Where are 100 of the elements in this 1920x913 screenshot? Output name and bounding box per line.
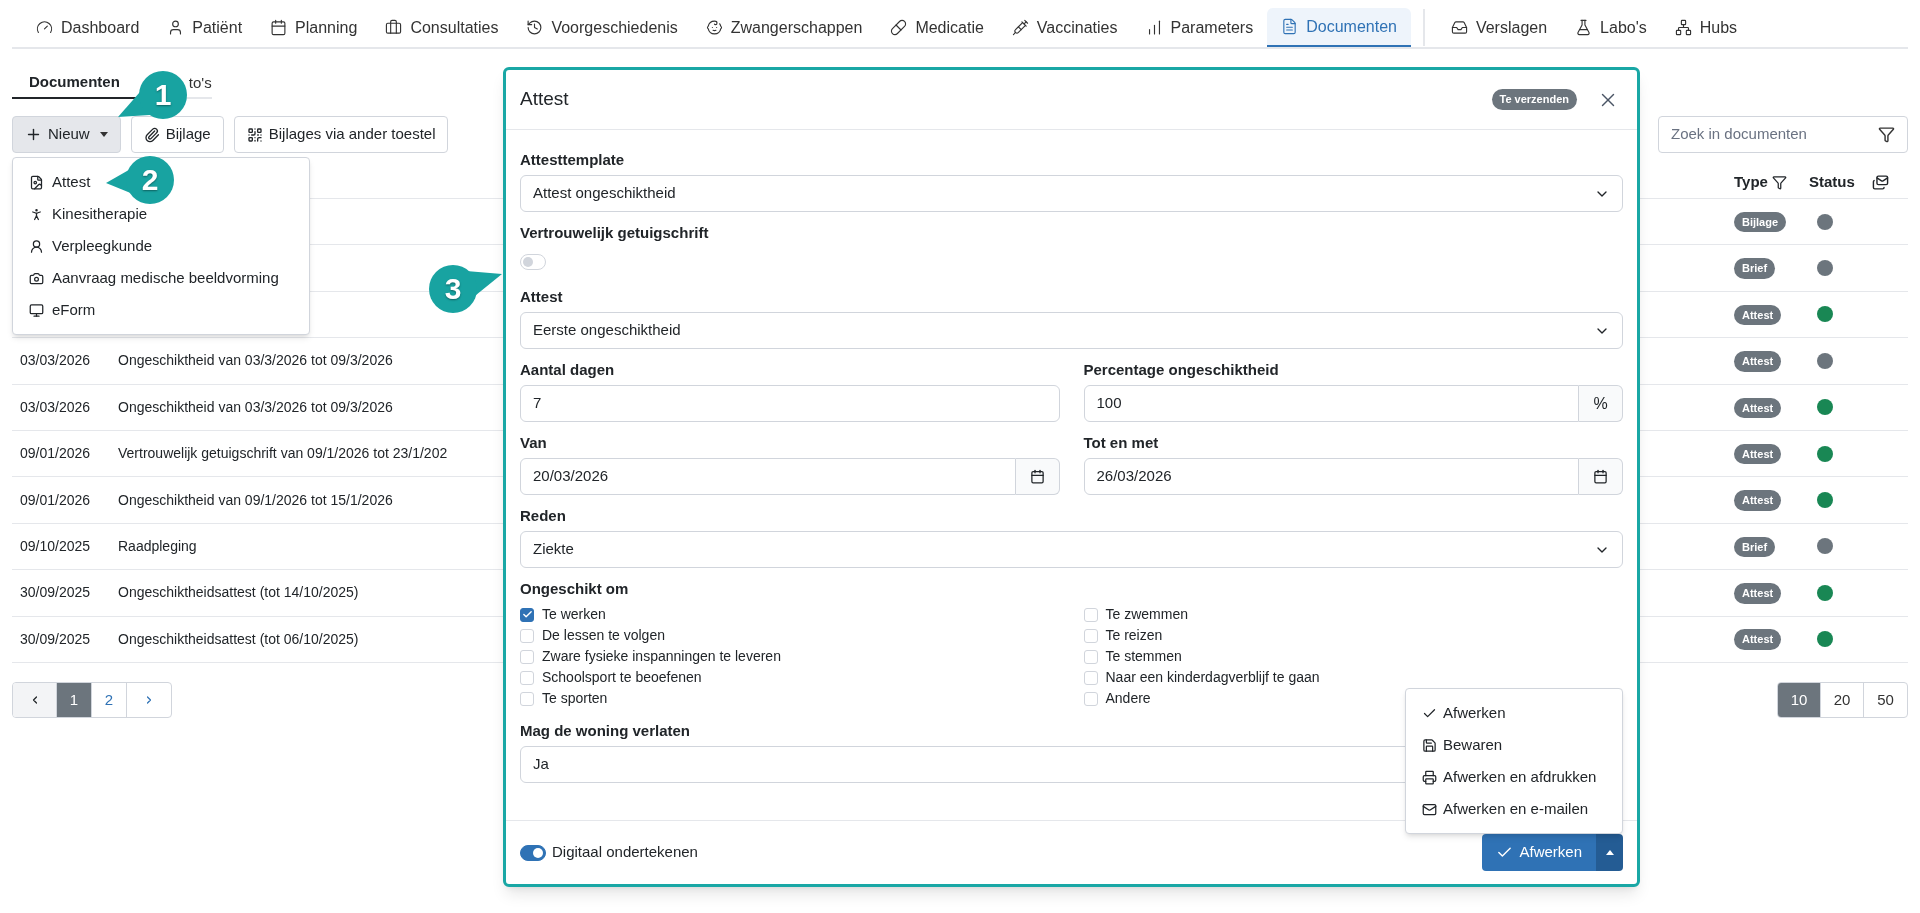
page-button[interactable]: 2 xyxy=(92,682,127,717)
page-size-button[interactable]: 10 xyxy=(1778,682,1821,717)
calendar-button[interactable] xyxy=(1015,458,1060,495)
type-tag: Attest xyxy=(1734,490,1782,511)
sub-tab[interactable]: to's xyxy=(188,72,212,92)
toggle-switch[interactable] xyxy=(520,844,546,861)
briefcase-icon xyxy=(385,19,403,36)
syringe-icon xyxy=(1011,19,1029,36)
printer-icon xyxy=(1422,769,1437,785)
menu-item[interactable]: Aanvraag medische beeldvorming xyxy=(29,266,279,290)
document-icon xyxy=(1281,18,1299,35)
field-label: Tot en met xyxy=(1083,433,1160,453)
date-cell: 03/03/2026 xyxy=(20,398,91,415)
select-field[interactable]: Ziekte xyxy=(520,531,1623,568)
previous-page-button[interactable] xyxy=(13,682,57,717)
input-field[interactable]: 7 xyxy=(520,385,1060,422)
menu-item[interactable]: Verpleegkunde xyxy=(29,234,153,258)
type-tag: Attest xyxy=(1734,351,1782,372)
input-field[interactable]: 20/03/2026 xyxy=(520,458,1016,495)
paperclip-icon xyxy=(143,126,160,143)
type-tag: Attest xyxy=(1734,629,1782,650)
page-size-button[interactable]: 50 xyxy=(1864,682,1907,717)
field-label: Ongeschikt om xyxy=(520,579,630,599)
nav-tab[interactable]: Verslagen xyxy=(1436,8,1562,47)
select-field[interactable]: Attest ongeschiktheid xyxy=(520,175,1623,212)
input-field[interactable]: 100 xyxy=(1083,385,1579,422)
qr-code-icon xyxy=(246,126,263,143)
check-icon xyxy=(521,609,533,620)
menu-item[interactable]: eForm xyxy=(29,298,96,322)
type-tag: Bijlage xyxy=(1734,211,1787,233)
nav-tab[interactable]: Hubs xyxy=(1660,8,1752,47)
sub-tab[interactable]: Documenten xyxy=(12,67,137,99)
flask-icon xyxy=(1575,19,1593,36)
field-label: Van xyxy=(520,433,548,453)
input-field[interactable]: 26/03/2026 xyxy=(1083,458,1579,495)
history-icon xyxy=(526,19,544,36)
checkbox[interactable] xyxy=(520,607,534,622)
unit-addon: % xyxy=(1579,385,1623,422)
description-cell: Ongeschiktheid van 09/1/2026 tot 15/1/2026 xyxy=(118,491,393,508)
inbox-icon xyxy=(1450,19,1468,36)
dropdown-toggle[interactable] xyxy=(1596,834,1623,871)
nav-tab[interactable]: Planning xyxy=(256,8,372,47)
calendar-button[interactable] xyxy=(1579,458,1623,495)
menu-item[interactable]: Kinesitherapie xyxy=(29,202,148,226)
field-label: Aantal dagen xyxy=(520,360,616,380)
checkbox-label: Andere xyxy=(1105,689,1151,708)
calendar-icon xyxy=(1593,469,1608,484)
type-tag: Attest xyxy=(1734,397,1782,418)
plus-icon xyxy=(25,126,42,143)
checkbox-label: Schoolsport te beoefenen xyxy=(542,668,702,687)
type-tag: Brief xyxy=(1734,536,1776,558)
menu-item[interactable]: Attest xyxy=(29,170,91,194)
field-label: Percentage ongeschiktheid xyxy=(1083,360,1280,380)
caret-icon xyxy=(99,132,108,137)
nav-tab[interactable]: Zwangerschappen xyxy=(691,8,877,47)
search-field[interactable]: Zoek in documenten xyxy=(1658,116,1908,153)
new-button[interactable]: Nieuw xyxy=(12,116,121,153)
column-header: Status xyxy=(1809,173,1855,191)
checkbox-label: Zware fysieke inspanningen te leveren xyxy=(542,647,781,666)
nav-tab[interactable]: Labo's xyxy=(1561,8,1661,47)
date-cell: 09/01/2026 xyxy=(20,491,91,508)
nav-tab[interactable]: Consultaties xyxy=(371,8,513,47)
filter-icon xyxy=(1878,126,1895,143)
field-label: Reden xyxy=(520,506,567,526)
checkbox-label: Te zwemmen xyxy=(1105,605,1188,624)
description-cell: Vertrouwelijk getuigschrift van 09/1/2026 tot 23/1/202 xyxy=(118,445,448,462)
nav-tab[interactable]: Dashboard xyxy=(22,8,154,47)
description-cell: Ongeschiktheidsattest (tot 06/10/2025) xyxy=(118,630,359,647)
menu-item[interactable]: Afwerken xyxy=(1406,697,1622,729)
submit-button[interactable]: Afwerken xyxy=(1482,834,1596,871)
checkbox-label: Naar een kinderdagverblijf te gaan xyxy=(1105,668,1320,687)
page-size-button[interactable]: 20 xyxy=(1821,682,1864,717)
status-tag: Te verzenden xyxy=(1491,89,1577,110)
network-icon xyxy=(1674,19,1692,36)
description-cell: Raadpleging xyxy=(118,537,197,554)
nav-tab[interactable]: Voorgeschiedenis xyxy=(512,8,692,47)
calendar-icon xyxy=(270,19,288,36)
menu-item[interactable]: Afwerken en e-mailen xyxy=(1406,793,1622,825)
save-icon xyxy=(1422,737,1437,753)
nav-tab[interactable]: Medicatie xyxy=(876,8,998,47)
field-label: Mag de woning verlaten xyxy=(520,721,692,741)
page-button[interactable]: 1 xyxy=(57,682,92,717)
nav-tab[interactable]: Patiënt xyxy=(153,8,257,47)
envelopes-icon xyxy=(1872,174,1889,191)
gauge-icon xyxy=(36,19,53,36)
checkbox-label: Te stemmen xyxy=(1105,647,1182,666)
type-tag: Attest xyxy=(1734,583,1782,604)
camera-icon xyxy=(29,270,44,286)
baby-icon xyxy=(705,19,723,36)
select-field[interactable]: Eerste ongeschiktheid xyxy=(520,312,1623,349)
nav-tab[interactable]: Parameters xyxy=(1131,8,1268,47)
column-header: Type xyxy=(1734,172,1768,193)
nav-tab[interactable]: Vaccinaties xyxy=(997,8,1132,47)
date-cell: 03/03/2026 xyxy=(20,352,91,369)
field-label: Attesttemplate xyxy=(520,150,626,170)
person-icon xyxy=(29,238,44,254)
nav-tab[interactable]: Documenten xyxy=(1267,8,1411,47)
field-label: Attest xyxy=(520,287,564,307)
mail-icon xyxy=(1422,801,1437,817)
toolbar-button[interactable]: Bijlages via ander toestel xyxy=(233,116,449,153)
